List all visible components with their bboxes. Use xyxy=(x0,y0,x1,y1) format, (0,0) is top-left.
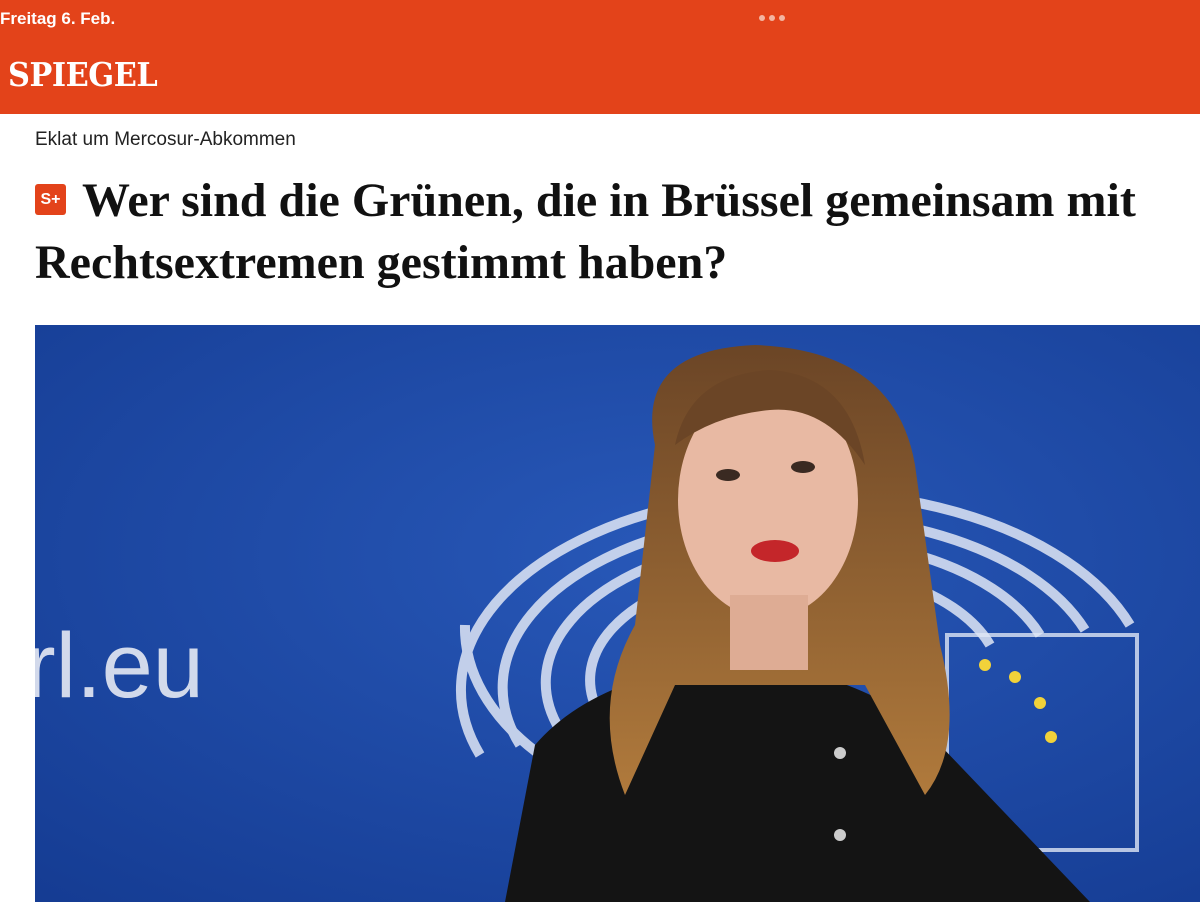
article-headline[interactable]: S+ Wer sind die Grünen, die in Brüssel ge… xyxy=(35,170,1200,294)
article-photo[interactable]: rl.eu xyxy=(35,325,1200,902)
spiegel-header-bar: Freitag 6. Feb. SPIEGEL xyxy=(0,0,1200,114)
photo-illustration: rl.eu xyxy=(35,325,1200,902)
article-kicker: Eklat um Mercosur-Abkommen xyxy=(35,129,296,150)
more-dots-icon[interactable] xyxy=(759,15,785,21)
status-bar-date: Freitag 6. Feb. xyxy=(0,9,116,28)
spiegel-plus-badge: S+ xyxy=(35,184,66,215)
headline-line-2: Rechtsextremen gestimmt haben? xyxy=(35,236,728,289)
backdrop-text: rl.eu xyxy=(35,615,204,717)
spiegel-logo[interactable]: SPIEGEL xyxy=(8,55,158,95)
headline-line-1: Wer sind die Grünen, die in Brüssel geme… xyxy=(82,174,1136,227)
